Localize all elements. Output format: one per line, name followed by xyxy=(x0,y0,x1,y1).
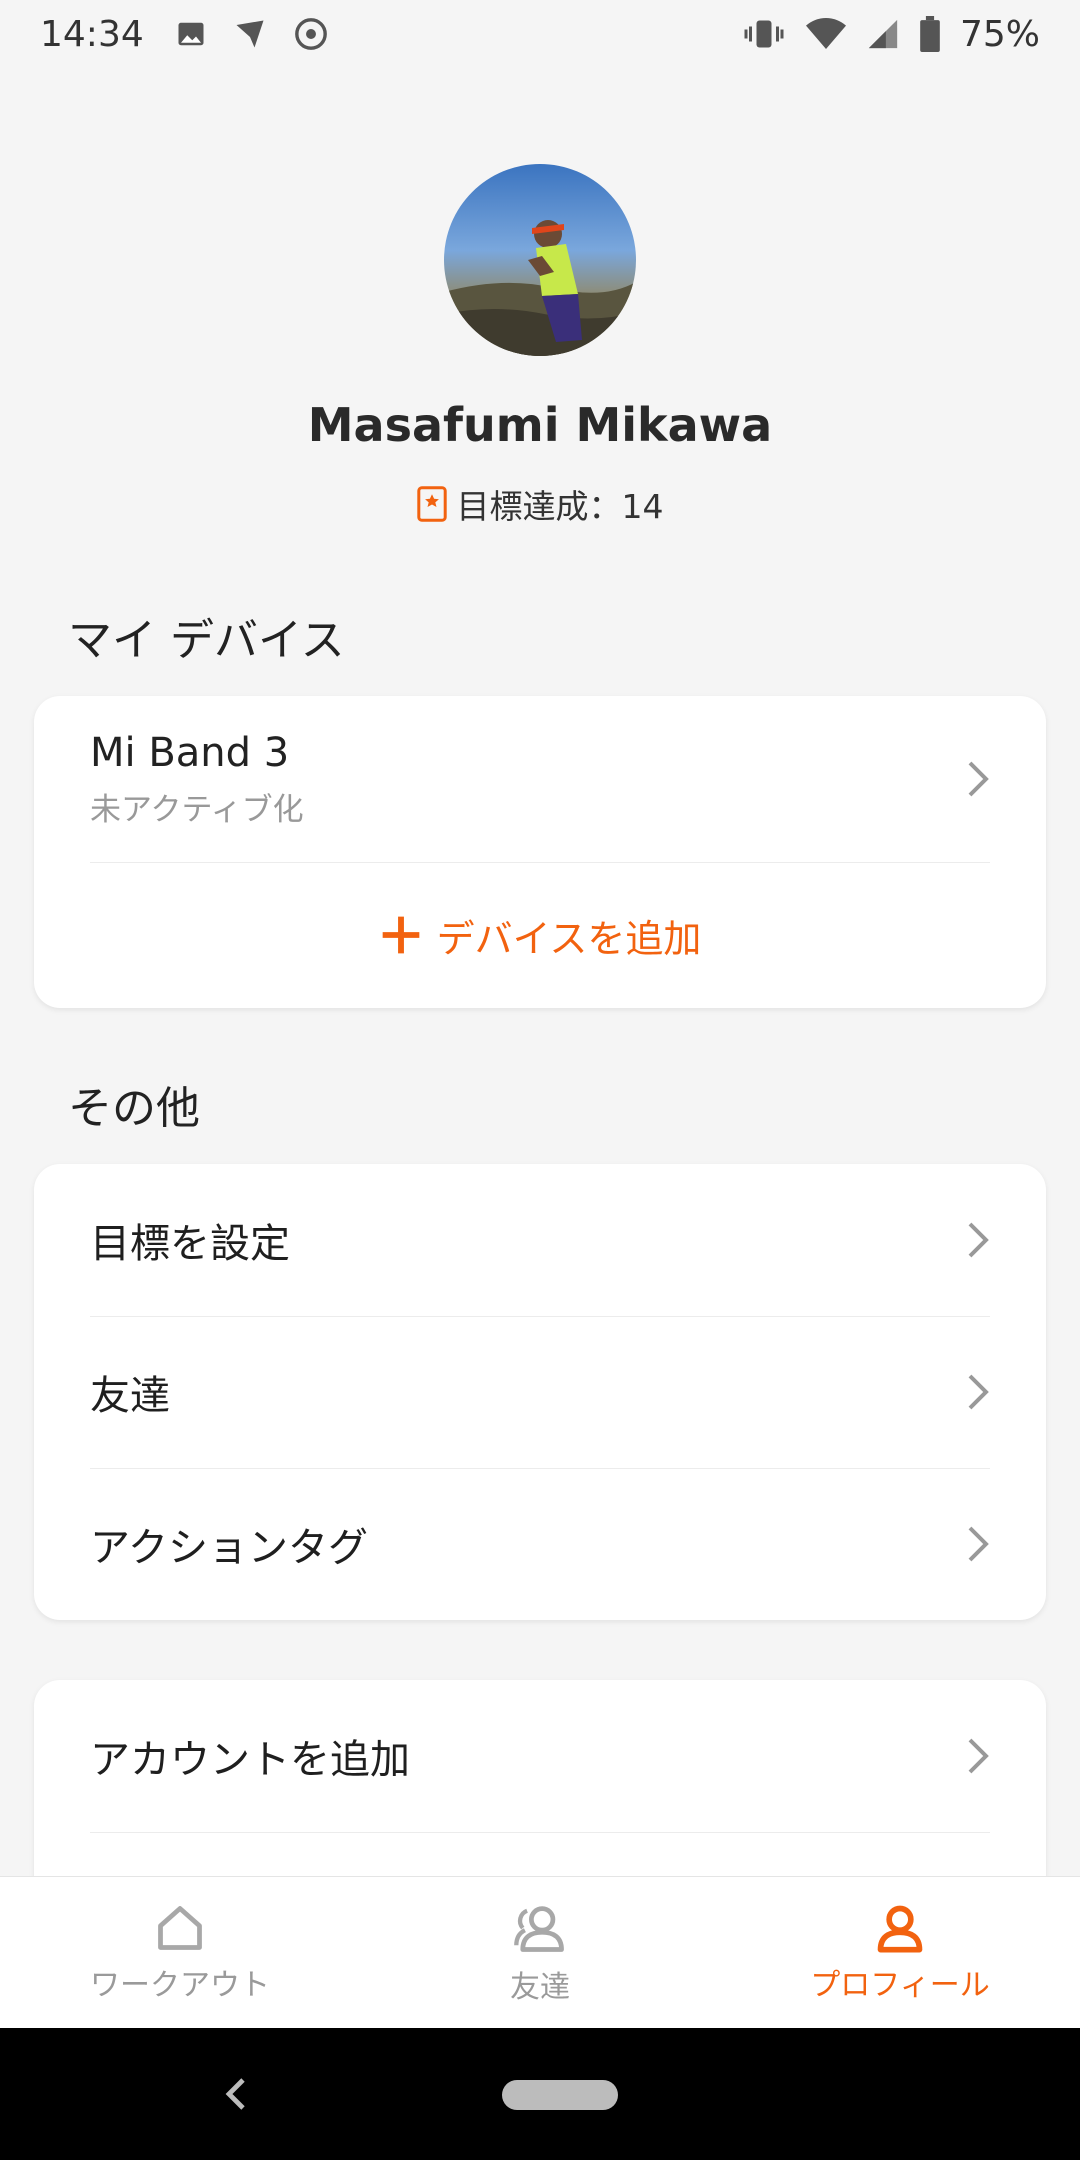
battery-icon xyxy=(920,16,940,52)
tab-workout[interactable]: ワークアウト xyxy=(0,1877,360,2028)
add-device-button[interactable]: デバイスを追加 xyxy=(34,862,1046,1008)
vibrate-icon xyxy=(744,20,784,48)
bottom-navigation: ワークアウト 友達 プロフィール xyxy=(0,1876,1080,2028)
status-bar: 14:34 75% xyxy=(0,0,1080,68)
device-name: Mi Band 3 xyxy=(90,729,290,776)
add-device-label: デバイスを追加 xyxy=(436,916,702,961)
menu-item-set-goal[interactable]: 目標を設定 xyxy=(34,1164,1046,1316)
menu-item-label: 目標を設定 xyxy=(90,1221,290,1267)
user-name: Masafumi Mikawa xyxy=(307,398,773,452)
back-icon[interactable] xyxy=(222,2076,248,2112)
app-notification-icon xyxy=(236,20,264,48)
signal-icon xyxy=(868,19,898,49)
battery-percent: 75% xyxy=(959,13,1040,55)
chevron-right-icon xyxy=(968,1374,989,1410)
person-icon xyxy=(877,1905,923,1952)
device-status: 未アクティブ化 xyxy=(90,791,304,828)
chevron-right-icon xyxy=(968,1222,989,1258)
menu-item-label: 友達 xyxy=(90,1373,170,1419)
menu-item-add-account[interactable]: アカウントを追加 xyxy=(34,1680,1046,1832)
others-card: 目標を設定 友達 アクションタグ xyxy=(34,1164,1046,1620)
goal-count-label: 目標達成：14 xyxy=(456,487,664,526)
tab-profile[interactable]: プロフィール xyxy=(720,1877,1080,2028)
tab-friends[interactable]: 友達 xyxy=(360,1877,720,2028)
section-title-others: その他 xyxy=(68,1083,200,1134)
menu-item-action-tags[interactable]: アクションタグ xyxy=(34,1468,1046,1620)
section-title-my-devices: マイ デバイス xyxy=(68,615,345,666)
menu-item-friends[interactable]: 友達 xyxy=(34,1316,1046,1468)
chevron-right-icon xyxy=(968,761,989,797)
system-status: 75% xyxy=(742,14,1040,55)
menu-item-label: アクションタグ xyxy=(90,1525,368,1571)
chevron-right-icon xyxy=(968,1526,989,1562)
my-devices-card: Mi Band 3 未アクティブ化 デバイスを追加 xyxy=(34,696,1046,1008)
notification-icons xyxy=(176,16,328,52)
menu-item-label: アカウントを追加 xyxy=(90,1737,410,1783)
system-navigation-bar xyxy=(0,2028,1080,2160)
tab-label: ワークアウト xyxy=(90,1967,270,2003)
avatar-photo xyxy=(444,220,636,356)
house-icon xyxy=(158,1905,202,1950)
tab-label: 友達 xyxy=(510,1969,570,2005)
status-time: 14:34 xyxy=(40,13,144,55)
wifi-icon xyxy=(805,18,846,49)
tab-label: プロフィール xyxy=(810,1967,990,2003)
avatar[interactable] xyxy=(444,164,636,356)
ball-icon xyxy=(294,18,327,50)
goal-badge-icon xyxy=(416,486,447,522)
chevron-right-icon xyxy=(968,1738,989,1774)
friends-icon xyxy=(514,1905,564,1952)
goal-achievement: 目標達成：14 xyxy=(0,480,1080,528)
plus-icon xyxy=(382,916,419,954)
home-pill[interactable] xyxy=(502,2080,618,2110)
image-icon xyxy=(178,22,204,46)
profile-header: Masafumi Mikawa 目標達成：14 xyxy=(0,68,1080,568)
device-row-mi-band-3[interactable]: Mi Band 3 未アクティブ化 xyxy=(34,696,1046,862)
